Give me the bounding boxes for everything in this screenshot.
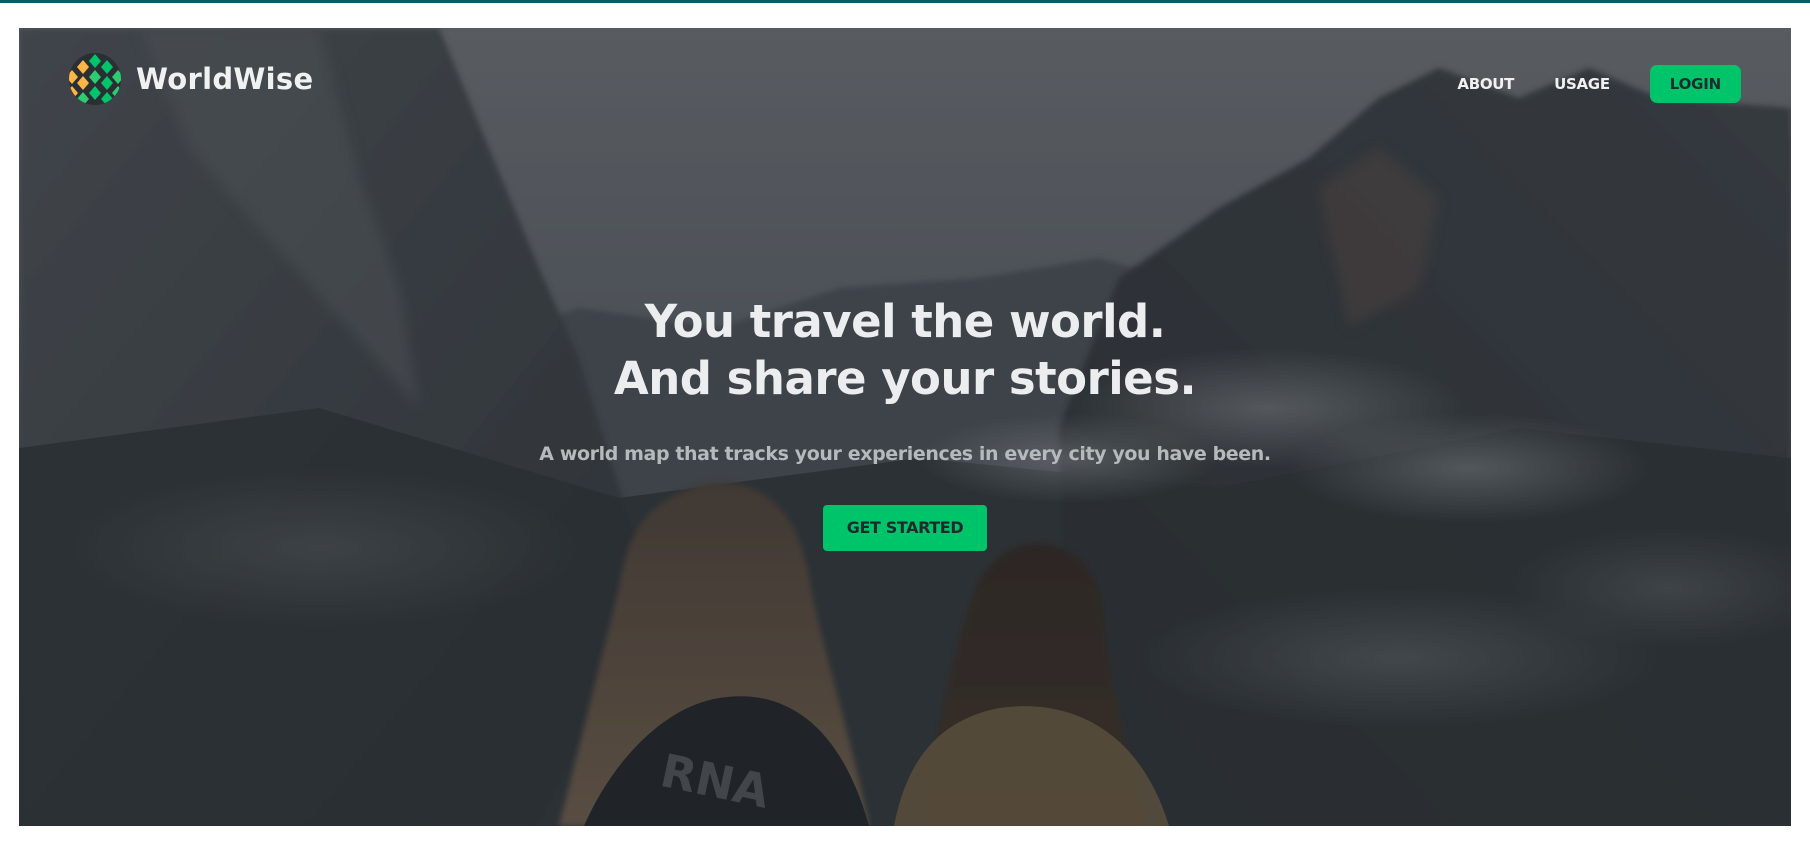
brand-name: WorldWise: [136, 62, 314, 96]
hero-headline-line-1: You travel the world.: [644, 295, 1166, 348]
nav-links: ABOUT USAGE LOGIN: [1437, 64, 1741, 104]
login-button[interactable]: LOGIN: [1649, 65, 1741, 103]
get-started-button[interactable]: GET STARTED: [823, 505, 987, 551]
top-navigation: WorldWise ABOUT USAGE LOGIN: [19, 28, 1791, 138]
nav-link-about[interactable]: ABOUT: [1437, 64, 1534, 104]
hero-content: You travel the world. And share your sto…: [19, 293, 1791, 551]
top-accent-bar: [0, 0, 1810, 3]
hero-headline: You travel the world. And share your sto…: [19, 293, 1791, 407]
brand-logo-link[interactable]: WorldWise: [68, 52, 313, 106]
hero-headline-line-2: And share your stories.: [613, 352, 1197, 405]
hero-section: RNA WorldWise ABOUT USAGE LOGIN You trav…: [19, 28, 1791, 826]
hero-subtitle: A world map that tracks your experiences…: [539, 443, 1271, 465]
nav-link-usage[interactable]: USAGE: [1534, 64, 1630, 104]
globe-logo-icon: [69, 53, 121, 105]
